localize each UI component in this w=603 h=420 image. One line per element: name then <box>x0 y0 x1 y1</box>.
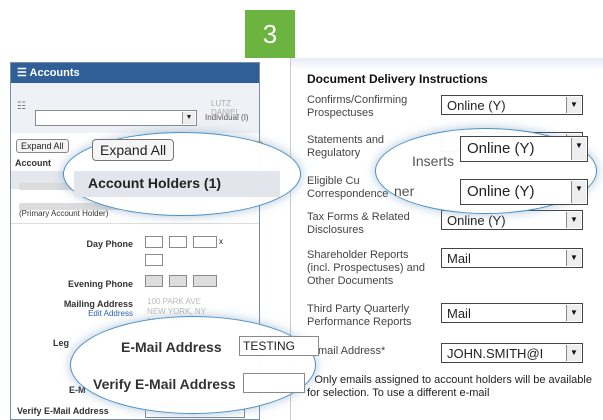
chevron-down-icon: ▼ <box>566 97 581 113</box>
filter-icon: ☷ <box>17 101 26 112</box>
chevron-down-icon: ▼ <box>571 138 586 160</box>
expand-all-button-small[interactable]: Expand All <box>16 139 69 153</box>
day-phone-area[interactable] <box>145 236 163 248</box>
accounts-header: ☰ Accounts <box>11 63 259 83</box>
eligible-select-zoom[interactable]: Online (Y) ▼ <box>460 179 588 205</box>
day-phone-line[interactable] <box>193 236 217 248</box>
account-type: Individual (I) <box>205 113 249 122</box>
inserts-label: Inserts <box>412 153 455 169</box>
confirms-label: Confirms/Confirming Prospectuses <box>307 94 408 119</box>
day-phone-ext-label: x <box>219 237 223 246</box>
correspondence-fragment: ner <box>394 183 415 199</box>
evening-phone-line[interactable] <box>193 275 217 287</box>
verify-email-input[interactable] <box>243 373 305 393</box>
chevron-down-icon: ▼ <box>566 212 581 228</box>
shareholder-reports-value: Mail <box>447 251 471 266</box>
primary-holder-label: (Primary Account Holder) <box>19 209 109 218</box>
divider <box>11 223 259 224</box>
step-badge: 3 <box>245 10 295 58</box>
day-phone-ext[interactable] <box>145 254 163 266</box>
account-dropdown[interactable]: ▼ <box>35 110 197 126</box>
right-top-bar <box>291 58 603 70</box>
accounts-title: Accounts <box>29 67 80 79</box>
third-party-select[interactable]: Mail ▼ <box>441 303 583 323</box>
zoom-callout-delivery: Inserts Online (Y) ▼ ner Online (Y) ▼ <box>375 128 597 214</box>
zoom-callout-email: E-Mail Address TESTING Verify E-Mail Add… <box>70 316 319 414</box>
chevron-down-icon: ▼ <box>566 305 581 321</box>
email-label: E-Mail Address <box>121 339 222 355</box>
email-note: * Only emails assigned to account holder… <box>307 374 592 399</box>
email-input[interactable]: TESTING <box>239 336 319 356</box>
third-party-label: Third Party Quarterly Performance Report… <box>307 303 412 328</box>
chevron-down-icon: ▼ <box>566 250 581 266</box>
chevron-down-icon: ▼ <box>566 345 581 361</box>
statements-select-zoom[interactable]: Online (Y) ▼ <box>460 136 588 162</box>
day-phone-label: Day Phone <box>86 239 133 249</box>
shareholder-reports-label: Shareholder Reports (incl. Prospectuses)… <box>307 249 425 287</box>
evening-phone-label: Evening Phone <box>67 279 133 289</box>
shareholder-reports-select[interactable]: Mail ▼ <box>441 248 583 268</box>
account-holders-label: Account Holders (1) <box>88 175 222 191</box>
section-header: Account <box>15 158 51 168</box>
verify-email-label: Verify E-Mail Address <box>93 376 236 392</box>
expand-all-button[interactable]: Expand All <box>92 139 175 161</box>
zoom-callout-expand: Expand All Account Holders (1) <box>63 132 301 216</box>
legal-label: Leg <box>53 338 70 348</box>
right-panel: Document Delivery Instructions Confirms/… <box>290 58 603 420</box>
edit-address-link[interactable]: Edit Address <box>73 309 133 318</box>
tax-forms-label: Tax Forms & Related Disclosures <box>307 211 410 236</box>
evening-phone-area[interactable] <box>145 275 163 287</box>
document-delivery-title: Document Delivery Instructions <box>307 72 488 86</box>
eligible-zoom-value: Online (Y) <box>467 183 535 200</box>
account-selector-area: ☷ ▼ LUTZ DANIEL Individual (I) <box>11 83 259 133</box>
evening-phone-prefix[interactable] <box>169 275 187 287</box>
third-party-value: Mail <box>447 306 471 321</box>
chevron-down-icon: ▼ <box>182 112 195 124</box>
address-line: 100 PARK AVE <box>147 297 201 306</box>
email-address-select[interactable]: JOHN.SMITH@I ▼ <box>441 343 583 363</box>
confirms-value: Online (Y) <box>447 98 506 113</box>
statements-zoom-value: Online (Y) <box>467 140 535 157</box>
email-input-value: TESTING <box>243 339 296 353</box>
verify-email-label-small: Verify E-Mail Address <box>17 406 109 416</box>
email-address-value: JOHN.SMITH@I <box>447 346 544 361</box>
accounts-icon: ☰ <box>17 67 27 79</box>
chevron-down-icon: ▼ <box>571 181 586 203</box>
day-phone-prefix[interactable] <box>169 236 187 248</box>
tax-forms-value: Online (Y) <box>447 213 506 228</box>
confirms-select[interactable]: Online (Y) ▼ <box>441 95 583 115</box>
